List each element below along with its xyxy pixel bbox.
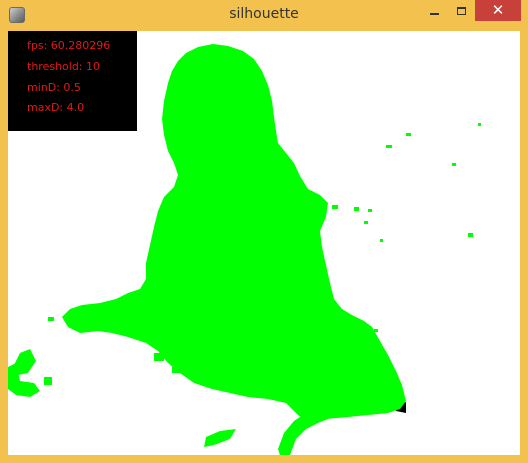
fps-readout: fps: 60.280296 [27,39,111,52]
minimize-icon [430,12,439,15]
maximize-button[interactable] [448,0,475,21]
silhouette-fragment [44,377,52,385]
mind-readout: minD: 0.5 [27,81,81,94]
minimize-button[interactable] [421,0,448,21]
maxd-readout: maxD: 4.0 [27,101,85,114]
close-button[interactable]: ✕ [475,0,521,21]
threshold-readout: threshold: 10 [27,60,101,73]
title-bar[interactable]: silhouette ✕ [0,0,528,31]
maximize-icon [457,6,466,15]
silhouette-fragment [172,367,180,373]
silhouette-fragment [278,411,328,455]
silhouette-fragment [154,353,164,361]
silhouette-fragment [204,429,236,447]
close-icon: ✕ [491,1,505,19]
app-window: silhouette ✕ fps: 60.280296 threshold: 1… [0,0,528,463]
stats-overlay: fps: 60.280296 threshold: 10 minD: 0.5 m… [8,31,137,131]
silhouette-canvas: fps: 60.280296 threshold: 10 minD: 0.5 m… [8,31,520,455]
